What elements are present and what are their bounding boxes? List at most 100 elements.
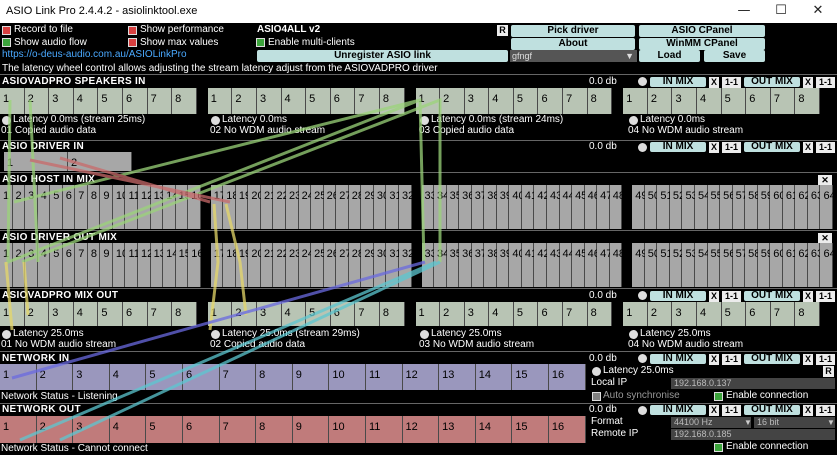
channel-cell[interactable]: 50	[644, 243, 660, 287]
channel-cell[interactable]: 41	[521, 243, 537, 287]
channel-cell[interactable]: 32	[398, 243, 414, 287]
channel-cell[interactable]: 6	[182, 364, 220, 390]
channel-cell[interactable]: 1	[0, 302, 25, 326]
load-button[interactable]: Load	[639, 50, 700, 62]
channel-cell[interactable]: 1	[0, 416, 37, 443]
show-performance-checkbox[interactable]	[128, 26, 137, 35]
channel-cell[interactable]: 63	[807, 185, 823, 229]
channel-cell[interactable]: 30	[373, 243, 389, 287]
volume-knob-icon[interactable]	[638, 291, 647, 300]
channel-cell[interactable]: 15	[175, 243, 191, 287]
unregister-button[interactable]: Unregister ASIO link	[257, 50, 508, 62]
out-mix-button[interactable]: OUT MIX	[744, 142, 800, 152]
channel-cell[interactable]: 44	[559, 185, 575, 229]
channel-cell[interactable]: 3	[256, 302, 282, 326]
channel-cell[interactable]: 27	[336, 185, 351, 229]
channel-cell[interactable]: 3	[25, 243, 38, 287]
in-mix-button[interactable]: IN MIX	[650, 77, 706, 87]
channel-cell[interactable]: 7	[355, 88, 380, 114]
out-mix-button[interactable]: OUT MIX	[744, 77, 800, 87]
channel-cell[interactable]: 31	[386, 243, 402, 287]
channel-cell[interactable]: 48	[609, 185, 625, 229]
channel-cell[interactable]: 5	[146, 416, 183, 443]
channel-cell[interactable]: 8	[256, 416, 293, 443]
channel-cell[interactable]: 42	[534, 243, 550, 287]
channel-cell[interactable]: 10	[329, 416, 366, 443]
channel-cell[interactable]: 37	[471, 185, 487, 229]
channel-cell[interactable]: 2	[647, 302, 673, 326]
channel-cell[interactable]: 7	[563, 88, 588, 114]
channel-cell[interactable]: 7	[75, 185, 88, 229]
channel-cell[interactable]: 60	[770, 243, 786, 287]
channel-cell[interactable]: 2	[12, 243, 26, 287]
channel-cell[interactable]: 1	[0, 243, 13, 287]
channel-cell[interactable]: 23	[286, 185, 301, 229]
channel-cell[interactable]: 40	[509, 243, 525, 287]
channel-cell[interactable]: 57	[732, 185, 748, 229]
channel-cell[interactable]: 20	[248, 243, 264, 287]
channel-cell[interactable]: 6	[746, 88, 771, 114]
channel-cell[interactable]: 8	[587, 302, 613, 326]
channel-cell[interactable]: 4	[73, 88, 99, 114]
winmm-cpanel-button[interactable]: WinMM CPanel	[639, 38, 765, 50]
channel-cell[interactable]: 7	[147, 88, 173, 114]
maximize-button[interactable]: ☐	[764, 0, 798, 23]
channel-cell[interactable]: 43	[546, 243, 562, 287]
channel-cell[interactable]: 6	[122, 88, 148, 114]
channel-cell[interactable]: 54	[694, 243, 710, 287]
channel-cell[interactable]: 7	[75, 243, 88, 287]
channel-cell[interactable]: 1	[623, 302, 648, 326]
in-mix-button[interactable]: IN MIX	[650, 291, 706, 301]
x-button[interactable]: X	[803, 142, 813, 153]
channel-cell[interactable]: 11	[125, 243, 140, 287]
channel-cell[interactable]: 8	[87, 185, 101, 229]
channel-cell[interactable]: 56	[720, 243, 735, 287]
channel-cell[interactable]: 1	[207, 302, 233, 326]
channel-cell[interactable]: 1	[207, 88, 233, 114]
channel-cell[interactable]: 49	[632, 243, 648, 287]
channel-cell[interactable]: 12	[402, 416, 440, 443]
channel-cell[interactable]: 21	[260, 185, 276, 229]
channel-cell[interactable]: 6	[62, 243, 76, 287]
channel-cell[interactable]: 28	[348, 243, 364, 287]
channel-cell[interactable]: 32	[398, 185, 414, 229]
out-mix-button[interactable]: OUT MIX	[744, 354, 800, 364]
one-to-one-button[interactable]: 1-1	[722, 291, 741, 302]
preset-select[interactable]: gfngf ▼	[510, 50, 637, 62]
channel-cell[interactable]: 27	[336, 243, 351, 287]
r-button[interactable]: R	[823, 366, 834, 377]
channel-cell[interactable]: 5	[306, 88, 331, 114]
channel-cell[interactable]: 12	[402, 364, 440, 390]
channel-cell[interactable]: 6	[538, 302, 564, 326]
format-select[interactable]: 44100 Hz	[671, 417, 751, 428]
channel-cell[interactable]: 7	[770, 302, 796, 326]
channel-cell[interactable]: 24	[298, 243, 314, 287]
x-button[interactable]: X	[709, 77, 719, 88]
channel-cell[interactable]: 56	[720, 185, 735, 229]
channel-cell[interactable]: 2	[647, 88, 673, 114]
channel-cell[interactable]: 7	[147, 302, 173, 326]
one-to-one-button[interactable]: 1-1	[816, 142, 835, 153]
channel-cell[interactable]: 8	[795, 302, 820, 326]
latency-knob-icon[interactable]	[211, 116, 220, 125]
channel-cell[interactable]: 1	[415, 88, 441, 114]
channel-cell[interactable]: 26	[323, 185, 339, 229]
channel-cell[interactable]: 46	[584, 243, 600, 287]
channel-cell[interactable]: 54	[694, 185, 710, 229]
channel-cell[interactable]: 4	[489, 88, 514, 114]
channel-cell[interactable]: 11	[365, 416, 403, 443]
channel-cell[interactable]: 2	[36, 416, 74, 443]
channel-cell[interactable]: 50	[644, 185, 660, 229]
channel-cell[interactable]: 16	[188, 243, 203, 287]
channel-cell[interactable]: 33	[421, 185, 437, 229]
channel-cell[interactable]: 62	[795, 185, 811, 229]
in-mix-button[interactable]: IN MIX	[650, 405, 706, 415]
channel-cell[interactable]: 36	[459, 185, 474, 229]
channel-cell[interactable]: 4	[109, 364, 147, 390]
channel-cell[interactable]: 51	[657, 243, 673, 287]
latency-knob-icon[interactable]	[420, 116, 429, 125]
channel-cell[interactable]: 59	[757, 243, 773, 287]
channel-cell[interactable]: 3	[464, 302, 490, 326]
channel-cell[interactable]: 8	[587, 88, 613, 114]
channel-cell[interactable]: 3	[672, 302, 698, 326]
